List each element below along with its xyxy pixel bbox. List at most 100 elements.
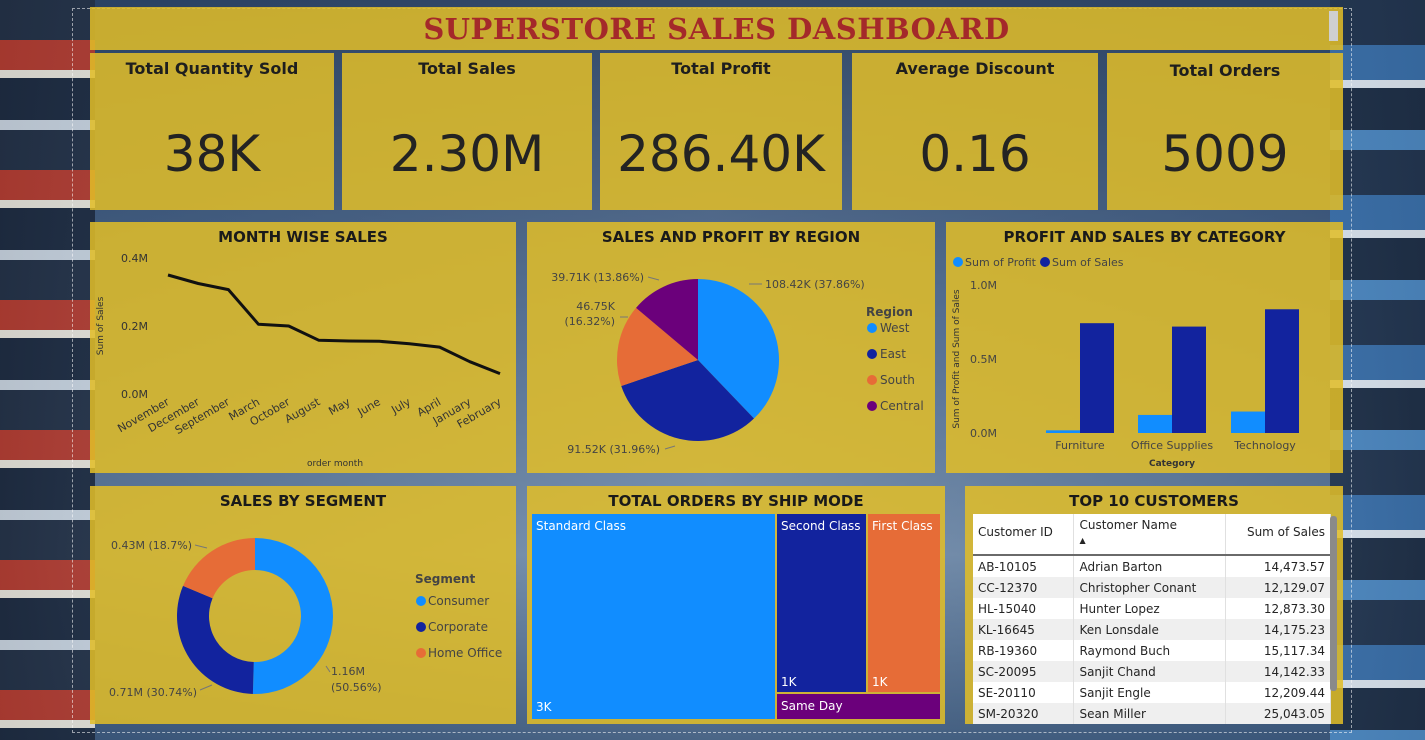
x-axis-label: Category <box>1149 459 1195 469</box>
kpi-value: 2.30M <box>389 125 545 183</box>
leader-line <box>199 684 213 691</box>
data-label: 39.71K (13.86%) <box>551 271 644 284</box>
treemap-label: Standard Class <box>536 519 626 533</box>
table-row[interactable]: KL-16645 Ken Lonsdale 14,175.23 <box>973 619 1332 640</box>
cell-customer-id: KL-16645 <box>973 619 1075 640</box>
treemap-tile-second-class[interactable]: Second Class 1K <box>777 514 866 692</box>
region-card[interactable]: SALES AND PROFIT BY REGION 108.42K (37.8… <box>527 222 935 473</box>
leader-line <box>664 445 676 450</box>
leader-line <box>647 276 660 281</box>
cell-customer-id: CC-12370 <box>973 577 1075 598</box>
column-header-customer-id[interactable]: Customer ID <box>973 514 1075 556</box>
legend-marker <box>867 375 877 385</box>
cell-sum-of-sales: 12,209.44 <box>1225 682 1332 703</box>
table-row[interactable]: RB-19360 Raymond Buch 15,117.34 <box>973 640 1332 661</box>
cell-customer-id: SE-20110 <box>973 682 1075 703</box>
table-row[interactable]: CC-12370 Christopher Conant 12,129.07 <box>973 577 1332 598</box>
segment-card[interactable]: SALES BY SEGMENT 1.16M (50.56%) 0.71M (30.… <box>90 486 516 724</box>
legend-marker <box>867 349 877 359</box>
legend-label: Home Office <box>428 646 502 660</box>
cell-sum-of-sales: 14,473.57 <box>1225 555 1332 577</box>
legend-label: Corporate <box>428 620 488 634</box>
kpi-card-quantity[interactable]: Total Quantity Sold 38K <box>90 53 334 210</box>
treemap-value: 1K <box>781 675 797 689</box>
bar-sales <box>1172 326 1206 433</box>
x-tick-label: June <box>355 395 383 419</box>
treemap-tile-same-day[interactable]: Same Day <box>777 694 940 719</box>
y-axis-label: Sum of Profit and Sum of Sales <box>952 289 962 429</box>
cell-sum-of-sales: 12,873.30 <box>1225 598 1332 619</box>
y-axis-label: Sum of Sales <box>96 296 106 355</box>
donut-slice-consumer <box>252 538 333 694</box>
table-row[interactable]: HL-15040 Hunter Lopez 12,873.30 <box>973 598 1332 619</box>
table-row[interactable]: AB-10105 Adrian Barton 14,473.57 <box>973 555 1332 577</box>
sort-ascending-icon: ▲ <box>1079 536 1086 545</box>
cell-sum-of-sales: 25,043.05 <box>1225 703 1332 724</box>
table-row[interactable]: SM-20320 Sean Miller 25,043.05 <box>973 703 1332 724</box>
y-tick-label: 0.0M <box>970 427 997 440</box>
treemap-tile-first-class[interactable]: First Class 1K <box>868 514 940 692</box>
dashboard-title: SUPERSTORE SALES DASHBOARD <box>423 11 1010 46</box>
legend-label: Consumer <box>428 594 489 608</box>
treemap-value: 3K <box>536 700 552 714</box>
scrollbar-thumb[interactable] <box>1329 11 1338 41</box>
cell-sum-of-sales: 15,117.34 <box>1225 640 1332 661</box>
kpi-value: 5009 <box>1161 125 1289 183</box>
cell-customer-name: Christopher Conant <box>1073 577 1226 598</box>
treemap-label: Second Class <box>781 519 861 533</box>
legend-label: Sum of Profit <box>965 256 1037 269</box>
month-sales-card[interactable]: MONTH WISE SALES 0.4M 0.2M 0.0M Sum of Sale… <box>90 222 516 473</box>
kpi-label: Average Discount <box>895 59 1055 78</box>
cell-customer-name: Raymond Buch <box>1073 640 1226 661</box>
kpi-card-sales[interactable]: Total Sales 2.30M <box>342 53 592 210</box>
kpi-card-discount[interactable]: Average Discount 0.16 <box>852 53 1098 210</box>
cell-sum-of-sales: 14,142.33 <box>1225 661 1332 682</box>
cell-customer-name: Hunter Lopez <box>1073 598 1226 619</box>
treemap-label: Same Day <box>781 699 843 713</box>
kpi-value: 0.16 <box>919 125 1031 183</box>
cell-customer-name: Sanjit Chand <box>1073 661 1226 682</box>
y-tick-label: 0.2M <box>121 320 148 333</box>
chart-title: TOTAL ORDERS BY SHIP MODE <box>608 492 864 510</box>
legend-marker <box>867 323 877 333</box>
legend-marker <box>416 596 426 606</box>
category-card[interactable]: PROFIT AND SALES BY CATEGORY Sum of Prof… <box>946 222 1343 473</box>
kpi-label: Total Profit <box>671 59 771 78</box>
table-scrollbar[interactable] <box>1330 516 1337 691</box>
x-axis-label: order month <box>307 459 363 469</box>
treemap-label: First Class <box>872 519 933 533</box>
data-label: 0.43M (18.7%) <box>111 539 192 552</box>
y-tick-label: 1.0M <box>970 279 997 292</box>
legend-marker <box>416 622 426 632</box>
kpi-card-orders[interactable]: Total Orders 5009 <box>1107 53 1343 210</box>
ship-mode-card[interactable]: TOTAL ORDERS BY SHIP MODE Standard Class… <box>527 486 945 724</box>
leader-line <box>325 665 331 673</box>
column-header-label: Customer Name <box>1079 518 1177 532</box>
data-label: 46.75K <box>576 300 615 313</box>
data-label: (16.32%) <box>564 315 615 328</box>
kpi-value: 286.40K <box>617 125 825 183</box>
legend-marker <box>867 401 877 411</box>
leader-line <box>194 544 208 549</box>
treemap-tile-standard-class[interactable]: Standard Class 3K <box>532 514 775 719</box>
legend-title: Segment <box>415 572 476 586</box>
treemap-value: 1K <box>872 675 888 689</box>
table-header-row: Customer ID Customer Name ▲ Sum of Sales <box>973 514 1332 556</box>
data-label: (50.56%) <box>331 681 382 694</box>
data-label: 1.16M <box>331 665 365 678</box>
top-customers-card[interactable]: TOP 10 CUSTOMERS Customer ID Customer Na… <box>965 486 1343 724</box>
cell-sum-of-sales: 14,175.23 <box>1225 619 1332 640</box>
cell-customer-id: AB-10105 <box>973 555 1075 577</box>
column-header-sum-of-sales[interactable]: Sum of Sales <box>1225 514 1332 556</box>
kpi-card-profit[interactable]: Total Profit 286.40K <box>600 53 842 210</box>
column-header-customer-name[interactable]: Customer Name ▲ <box>1073 514 1226 556</box>
table-row[interactable]: SE-20110 Sanjit Engle 12,209.44 <box>973 682 1332 703</box>
table-row[interactable]: SC-20095 Sanjit Chand 14,142.33 <box>973 661 1332 682</box>
bar-sales <box>1080 323 1114 433</box>
cell-customer-id: RB-19360 <box>973 640 1075 661</box>
cell-customer-name: Adrian Barton <box>1073 555 1226 577</box>
y-tick-label: 0.5M <box>970 353 997 366</box>
kpi-label: Total Quantity Sold <box>125 59 299 78</box>
legend-label: Sum of Sales <box>1052 256 1124 269</box>
legend-label: Central <box>880 399 924 413</box>
